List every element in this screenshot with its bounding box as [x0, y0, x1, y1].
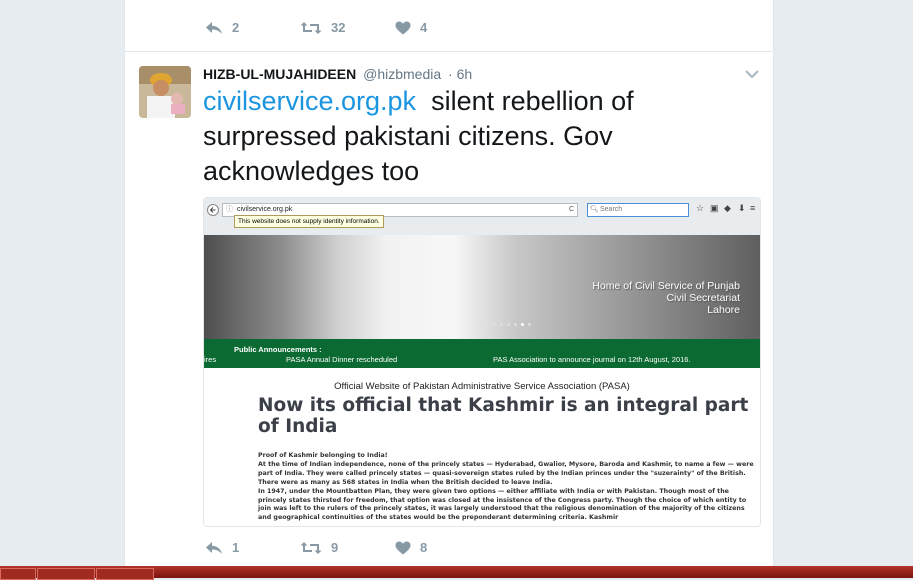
- handle[interactable]: @hizbmedia: [363, 66, 441, 82]
- browser-search-box: 🔍︎ Search: [587, 203, 689, 217]
- avatar-image: [139, 66, 191, 118]
- retweet-count: 9: [331, 540, 339, 555]
- tweet-header: HIZB-UL-MUJAHIDEEN @hizbmedia · 6h: [203, 66, 472, 82]
- avatar[interactable]: [139, 66, 191, 118]
- retweet-icon: [300, 541, 322, 554]
- search-icon: 🔍︎: [590, 206, 599, 213]
- taskbar-start[interactable]: [0, 568, 36, 580]
- previous-tweet-actions: 2 32 4: [205, 20, 490, 35]
- retweet-button[interactable]: 9: [300, 540, 395, 555]
- like-button[interactable]: 4: [395, 20, 490, 35]
- chevron-down-icon: [745, 70, 759, 79]
- star-icon: ☆: [696, 203, 705, 213]
- back-button: [207, 203, 219, 221]
- taskbar-item[interactable]: [96, 568, 154, 580]
- like-count: 8: [420, 540, 428, 555]
- reload-icon: C: [568, 206, 574, 213]
- tweet-divider: [125, 51, 773, 52]
- download-icon: ⬇: [738, 203, 746, 213]
- announcement-item: PAS Association to announce journal on 1…: [493, 355, 691, 364]
- timestamp[interactable]: · 6h: [448, 66, 472, 82]
- info-icon: ⓘ: [226, 206, 233, 213]
- browser-toolbar: ⓘ civilservice.org.pk C 🔍︎ Search ☆ ▣ ◆ …: [204, 198, 760, 236]
- taskbar-item[interactable]: [37, 568, 95, 580]
- browser-search-placeholder: Search: [600, 206, 623, 213]
- announcement-item: PASA Annual Dinner rescheduled: [286, 355, 398, 364]
- tweet-link[interactable]: civilservice.org.pk: [203, 86, 416, 116]
- announcements-label: Public Announcements :: [234, 345, 322, 354]
- hero-line-2: Civil Secretariat: [666, 292, 740, 304]
- hero-line-3: Lahore: [707, 304, 740, 316]
- article-subheading: Proof of Kashmir belonging to India!: [258, 452, 388, 459]
- retweet-count: 32: [331, 20, 346, 35]
- article-body: Proof of Kashmir belonging to India! At …: [258, 452, 756, 523]
- attached-image[interactable]: ⓘ civilservice.org.pk C 🔍︎ Search ☆ ▣ ◆ …: [203, 197, 761, 527]
- taskbar: [0, 566, 913, 580]
- more-options-button[interactable]: [745, 66, 759, 84]
- like-button[interactable]: 8: [395, 540, 490, 555]
- site-hero-banner: Home of Civil Service of Punjab Civil Se…: [204, 235, 760, 339]
- clipboard-icon: ▣: [710, 203, 719, 213]
- heart-icon: [395, 541, 411, 554]
- reply-icon: [206, 21, 222, 34]
- reply-icon: [206, 541, 222, 554]
- heart-icon: [395, 21, 411, 34]
- article-paragraph: At the time of Indian independence, none…: [258, 460, 754, 486]
- retweet-button[interactable]: 32: [300, 20, 395, 35]
- tweet-text: civilservice.org.pk silent rebellion of …: [203, 84, 743, 189]
- article-paragraph: In 1947, under the Mountbatten Plan, the…: [258, 487, 747, 522]
- site-title: Official Website of Pakistan Administrat…: [334, 381, 630, 392]
- article-headline: Now its official that Kashmir is an inte…: [258, 395, 749, 437]
- site-content: Official Website of Pakistan Administrat…: [204, 368, 760, 526]
- menu-icon: ≡: [750, 203, 756, 213]
- reply-count: 2: [232, 20, 240, 35]
- hero-text: Home of Civil Service of Punjab Civil Se…: [592, 280, 740, 316]
- timeline-column: 2 32 4 HIZB-UL-MUJAHIDEEN @hizbmedia · 6…: [124, 0, 774, 566]
- shield-icon: ◆: [724, 203, 731, 213]
- identity-tooltip: This website does not supply identity in…: [234, 215, 384, 228]
- reply-button[interactable]: 1: [205, 540, 300, 555]
- reply-count: 1: [232, 540, 240, 555]
- announcement-item: ires: [204, 355, 217, 364]
- carousel-dots: [479, 323, 535, 326]
- retweet-icon: [300, 21, 322, 34]
- tweet-actions: 1 9 8: [205, 540, 490, 555]
- reply-button[interactable]: 2: [205, 20, 300, 35]
- hero-line-1: Home of Civil Service of Punjab: [592, 280, 740, 292]
- display-name[interactable]: HIZB-UL-MUJAHIDEEN: [203, 66, 356, 82]
- like-count: 4: [420, 20, 428, 35]
- announcements-bar: Public Announcements : ires PASA Annual …: [204, 339, 760, 368]
- back-arrow-icon: [207, 204, 219, 216]
